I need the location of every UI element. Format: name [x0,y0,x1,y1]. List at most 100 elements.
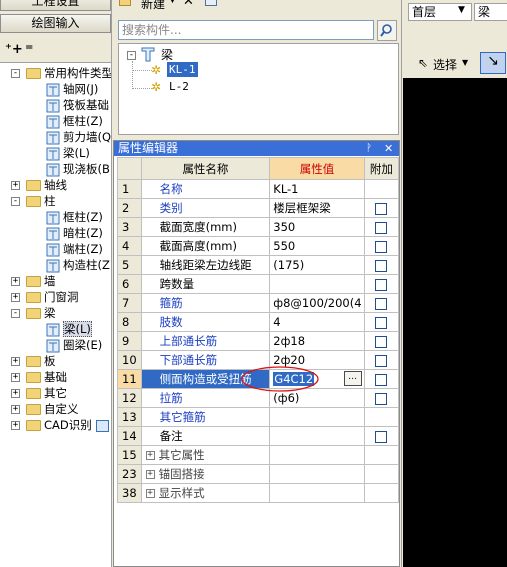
checkbox[interactable] [375,373,388,386]
table-row[interactable]: 9 上部通长筋 2ф18 [117,331,400,351]
tree-item[interactable]: + 门窗洞 [11,289,79,305]
new-button[interactable]: 新建 [141,0,165,12]
tree-item[interactable]: 框柱(Z) [46,113,103,129]
table-row[interactable]: 7 箍筋 ф8@100/200(4 [117,293,400,313]
table-row[interactable]: 8 肢数 4 [117,312,400,332]
tree-item[interactable]: 端柱(Z) [46,241,103,257]
expand-toggle[interactable]: + [11,293,20,302]
collapse-toggle[interactable]: - [127,51,136,60]
property-name[interactable]: + 锚固搭接 [140,464,271,484]
tree-item[interactable]: 梁(L) [46,321,92,337]
table-row[interactable]: 38 + 显示样式 [117,483,400,503]
checkbox[interactable] [375,278,388,291]
expand-toggle[interactable]: + [11,421,20,430]
tree-item[interactable]: + 板 [11,353,56,369]
tree-item[interactable]: 梁(L) [46,145,90,161]
delete-icon[interactable]: ✕ [183,0,194,9]
property-value[interactable] [269,274,365,294]
expand-toggle[interactable]: + [145,470,155,479]
tree-item[interactable]: 剪力墙(Q) [46,129,111,145]
close-icon[interactable]: ✕ [384,141,393,156]
tree-item[interactable]: 现浇板(B) [46,161,111,177]
copy-icon[interactable] [205,0,217,6]
type-select[interactable]: 梁 [474,3,507,21]
collapse-toggle[interactable]: - [11,309,20,318]
property-name[interactable]: + 显示样式 [140,483,271,503]
property-name[interactable]: 备注 [140,426,271,446]
property-value[interactable] [269,483,365,503]
tree-item[interactable]: -柱 [11,193,56,209]
checkbox[interactable] [375,297,388,310]
property-name[interactable]: 类别 [140,198,271,218]
property-name[interactable]: 截面高度(mm) [140,236,271,256]
property-name[interactable]: 其它箍筋 [140,407,271,427]
search-input[interactable]: 搜索构件... [118,20,374,40]
property-name[interactable]: 轴线距梁左边线距 [140,255,271,275]
property-name[interactable]: 箍筋 [140,293,271,313]
property-value[interactable]: 楼层框架梁 [269,198,365,218]
table-row[interactable]: 13 其它箍筋 [117,407,400,427]
property-name[interactable]: 上部通长筋 [140,331,271,351]
tree-item[interactable]: 暗柱(Z) [46,225,103,241]
tree-item[interactable]: -梁 [11,305,56,321]
expand-all-icon[interactable]: ⁺+ [5,42,23,57]
tree-item[interactable]: + CAD识别 [11,417,109,433]
new-icon[interactable] [119,0,131,6]
cad-grid-icon[interactable] [95,419,109,432]
property-value[interactable]: KL-1 [269,179,365,199]
collapse-toggle[interactable]: - [11,197,20,206]
checkbox[interactable] [375,202,388,215]
table-row[interactable]: 23 + 锚固搭接 [117,464,400,484]
tree-item[interactable]: 框柱(Z) [46,209,103,225]
tree-item[interactable]: 筏板基础 [46,97,109,113]
table-row[interactable]: 2 类别 楼层框架梁 [117,198,400,218]
select-button[interactable]: 选择 [433,56,457,73]
property-name[interactable]: 跨数量 [140,274,271,294]
tree-item[interactable]: 轴网(J) [46,81,98,97]
line-tool-icon[interactable]: ↘ [480,52,506,74]
checkbox[interactable] [375,392,388,405]
property-value[interactable] [269,464,365,484]
table-row[interactable]: 15 + 其它属性 [117,445,400,465]
property-value[interactable]: 350 [269,217,365,237]
expand-toggle[interactable]: + [11,181,20,190]
ellipsis-button[interactable]: … [343,371,362,386]
expand-toggle[interactable]: + [11,373,20,382]
property-value[interactable] [269,445,365,465]
property-name[interactable]: + 其它属性 [140,445,271,465]
expand-toggle[interactable]: + [145,489,155,498]
component-item-l2[interactable]: L-2 [169,79,189,94]
table-row[interactable]: 1 名称 KL-1 [117,179,400,199]
checkbox[interactable] [375,221,388,234]
property-value[interactable]: 4 [269,312,365,332]
property-value[interactable]: 2ф18 [269,331,365,351]
checkbox[interactable] [375,335,388,348]
tree-item[interactable]: 构造柱(Z) [46,257,111,273]
checkbox[interactable] [375,316,388,329]
table-row[interactable]: 14 备注 [117,426,400,446]
tree-item[interactable]: + 基础 [11,369,67,385]
property-value[interactable]: ф8@100/200(4 [269,293,365,313]
property-value[interactable]: (175) [269,255,365,275]
collapse-toggle[interactable]: - [11,69,20,78]
expand-toggle[interactable]: + [145,451,155,460]
tree-item[interactable]: + 其它 [11,385,67,401]
tab-drawing-input[interactable]: 绘图输入 [0,14,111,33]
tree-item[interactable]: + 墙 [11,273,56,289]
property-name[interactable]: 肢数 [140,312,271,332]
chevron-down-icon[interactable]: ▼ [462,58,468,67]
table-row[interactable]: 6 跨数量 [117,274,400,294]
property-value[interactable] [269,426,365,446]
expand-toggle[interactable]: + [11,357,20,366]
checkbox[interactable] [375,240,388,253]
checkbox[interactable] [375,259,388,272]
dropdown-arrow-icon[interactable]: ▼ [169,0,176,5]
expand-toggle[interactable]: + [11,405,20,414]
drawing-canvas[interactable] [403,78,507,567]
pin-icon[interactable]: ᚹ [366,141,372,156]
property-value[interactable]: 550 [269,236,365,256]
component-item-kl1[interactable]: KL-1 [167,62,198,77]
expand-toggle[interactable]: + [11,389,20,398]
tree-item[interactable]: + 轴线 [11,177,67,193]
table-row[interactable]: 3 截面宽度(mm) 350 [117,217,400,237]
